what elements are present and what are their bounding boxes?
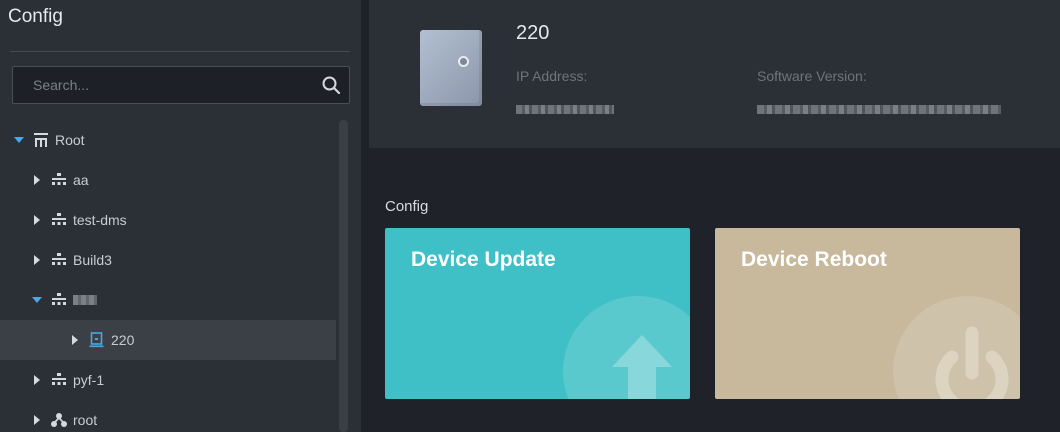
tree-node-root-users[interactable]: root [0, 400, 336, 432]
device-tree: Root aa test-dms Build3 220 pyf-1 root [0, 120, 336, 432]
org-node-icon [52, 373, 66, 385]
upload-arrow-icon [612, 335, 672, 399]
caret-right-icon[interactable] [31, 214, 43, 226]
divider [10, 51, 350, 52]
tree-node-pyf-1[interactable]: pyf-1 [0, 360, 336, 400]
caret-right-icon[interactable] [31, 174, 43, 186]
tree-node-aa[interactable]: aa [0, 160, 336, 200]
tree-node-label: root [73, 412, 98, 428]
device-thumbnail [420, 30, 482, 106]
config-section-label: Config [385, 198, 429, 215]
redacted-label [73, 295, 97, 305]
tile-title: Device Reboot [741, 248, 887, 271]
tree-node-blurred[interactable] [0, 280, 336, 320]
tree-node-label: aa [73, 172, 89, 188]
device-reboot-tile[interactable]: Device Reboot [715, 228, 1020, 399]
caret-down-icon[interactable] [31, 294, 43, 306]
search-input[interactable] [13, 67, 313, 103]
caret-right-icon[interactable] [31, 374, 43, 386]
power-icon [935, 326, 1009, 399]
device-icon [89, 332, 104, 348]
ip-address-value-redacted [516, 105, 614, 114]
org-node-icon [52, 293, 66, 305]
org-node-icon [52, 213, 66, 225]
software-version-label: Software Version: [757, 68, 867, 84]
user-group-icon [51, 413, 67, 427]
caret-right-icon[interactable] [69, 334, 81, 346]
device-name: 220 [516, 22, 550, 44]
tree-node-test-dms[interactable]: test-dms [0, 200, 336, 240]
tree-node-root[interactable]: Root [0, 120, 336, 160]
tree-node-build3[interactable]: Build3 [0, 240, 336, 280]
ip-address-label: IP Address: [516, 68, 588, 84]
org-root-icon [34, 133, 48, 147]
device-header: 220 IP Address: Software Version: [369, 0, 1060, 148]
tree-node-220[interactable]: 220 [0, 320, 336, 360]
tree-node-label: 220 [111, 332, 135, 348]
sidebar-title: Config [8, 6, 63, 27]
device-lock-icon [458, 56, 469, 67]
org-node-icon [52, 253, 66, 265]
tree-node-label: Root [55, 132, 85, 148]
sidebar: Config Root aa [0, 0, 361, 432]
search-icon[interactable] [321, 75, 341, 95]
caret-down-icon[interactable] [13, 134, 25, 146]
org-node-icon [52, 173, 66, 185]
tree-node-label: pyf-1 [73, 372, 105, 388]
caret-right-icon[interactable] [31, 414, 43, 426]
tree-scrollbar[interactable] [339, 120, 348, 432]
search-box[interactable] [12, 66, 350, 104]
tree-node-label: test-dms [73, 212, 127, 228]
software-version-value-redacted [757, 105, 1001, 114]
tile-title: Device Update [411, 248, 556, 271]
caret-right-icon[interactable] [31, 254, 43, 266]
device-update-tile[interactable]: Device Update [385, 228, 690, 399]
tree-node-label: Build3 [73, 252, 112, 268]
